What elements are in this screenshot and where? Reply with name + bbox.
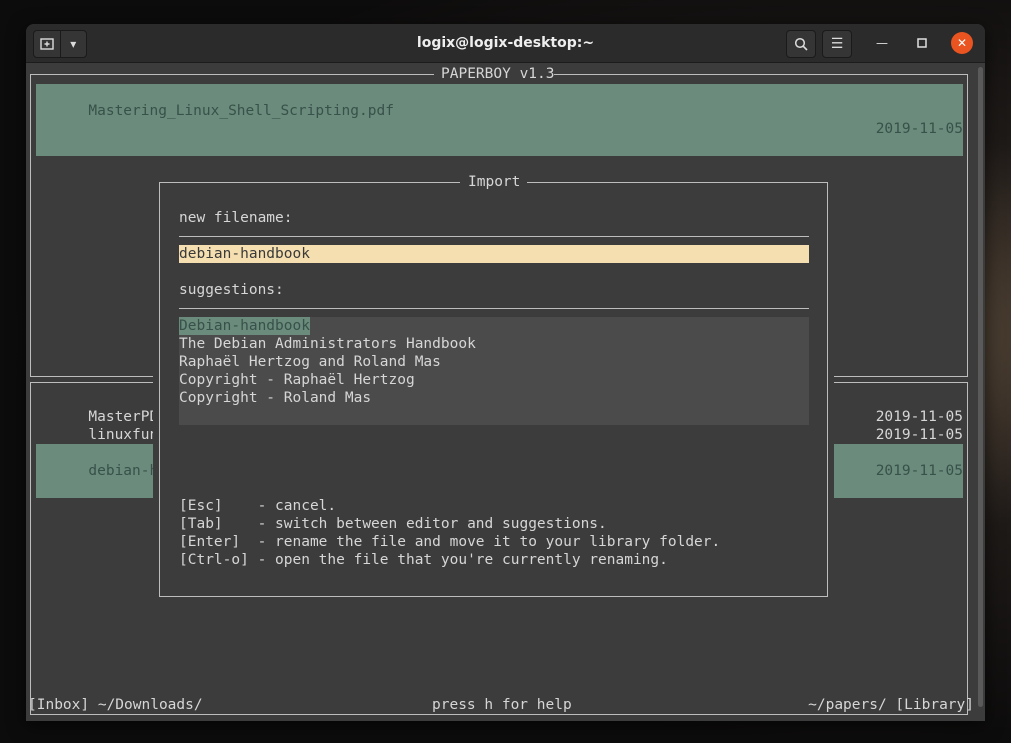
suggestion-item[interactable]: Copyright - Raphaël Hertzog <box>179 371 415 389</box>
dialog-border-top-right <box>527 182 827 183</box>
frame-left <box>30 74 31 376</box>
status-right: ~/papers/ [Library] <box>808 697 974 713</box>
suggestion-item[interactable]: The Debian Administrators Handbook <box>179 335 476 353</box>
dialog-border-left <box>159 182 160 596</box>
separator <box>179 236 809 237</box>
suggestion-item[interactable]: Raphaël Hertzog and Roland Mas <box>179 353 441 371</box>
search-icon[interactable] <box>786 30 816 58</box>
hamburger-menu-icon[interactable]: ☰ <box>822 30 852 58</box>
dialog-border-bottom <box>159 596 828 597</box>
terminal-window: ▾ logix@logix-desktop:~ ☰ — ✕ PAPERBOY v… <box>26 24 985 721</box>
import-dialog: Import new filename: debian-handbook sug… <box>153 173 834 605</box>
dialog-title: Import <box>468 174 521 190</box>
dialog-border-right <box>827 182 828 596</box>
minimize-icon[interactable]: — <box>871 32 893 54</box>
frame-top-left <box>30 74 434 75</box>
scrollbar-thumb[interactable] <box>978 67 983 707</box>
status-left: [Inbox] ~/Downloads/ <box>28 697 203 713</box>
terminal-area: PAPERBOY v1.3 Mastering_Linux_Shell_Scri… <box>26 63 976 721</box>
help-tab: [Tab] - switch between editor and sugges… <box>179 516 607 532</box>
frame-bottom-left <box>30 382 31 714</box>
help-enter: [Enter] - rename the file and move it to… <box>179 534 721 550</box>
suggestions-list: Debian-handbook The Debian Administrator… <box>179 317 809 425</box>
app-title: PAPERBOY v1.3 <box>441 66 555 82</box>
suggestion-item[interactable]: Copyright - Roland Mas <box>179 389 371 407</box>
filename-input[interactable]: debian-handbook <box>179 245 809 263</box>
frame-right <box>967 74 968 376</box>
separator <box>179 308 809 309</box>
scrollbar[interactable] <box>976 63 985 721</box>
frame-bottom <box>30 714 968 715</box>
dialog-border-top-left <box>159 182 460 183</box>
help-esc: [Esc] - cancel. <box>179 498 337 514</box>
help-ctrl-o: [Ctrl-o] - open the file that you're cur… <box>179 552 668 568</box>
close-icon[interactable]: ✕ <box>951 32 973 54</box>
maximize-icon[interactable] <box>911 32 933 54</box>
filename-label: new filename: <box>179 210 293 226</box>
status-help: press h for help <box>432 697 572 713</box>
list-item[interactable]: Mastering_Linux_Shell_Scripting.pdf 2019… <box>36 84 963 156</box>
frame-bottom-right <box>967 382 968 714</box>
frame-top-right <box>554 74 968 75</box>
titlebar: ▾ logix@logix-desktop:~ ☰ — ✕ <box>26 24 985 63</box>
suggestions-label: suggestions: <box>179 282 284 298</box>
suggestion-item[interactable]: Debian-handbook <box>179 317 310 335</box>
